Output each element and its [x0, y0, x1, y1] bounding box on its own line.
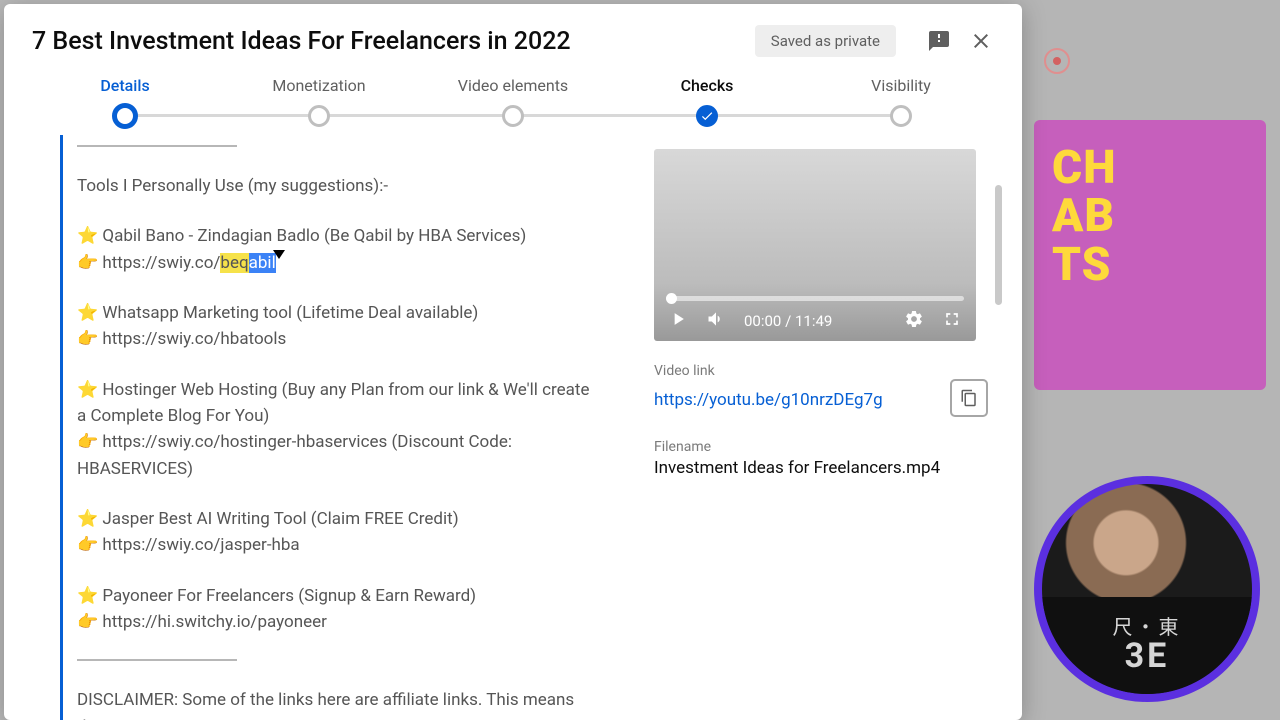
play-button[interactable] [668, 309, 688, 333]
copy-link-button[interactable] [950, 379, 988, 417]
desc-item-link: 👉 https://hi.switchy.io/payoneer [77, 609, 602, 635]
desc-item: ⭐ Jasper Best AI Writing Tool (Claim FRE… [77, 506, 602, 559]
gear-icon [904, 309, 924, 329]
feedback-button[interactable] [922, 24, 956, 58]
text-cursor-icon [273, 250, 285, 259]
video-link[interactable]: https://youtu.be/g10nrzDEg7g [654, 390, 938, 410]
desc-item: ⭐ Whatsapp Marketing tool (Lifetime Deal… [77, 300, 602, 353]
webcam-overlay: 尺・東 3E [1034, 476, 1260, 702]
feedback-icon [927, 29, 951, 53]
step-node-details[interactable] [112, 103, 138, 129]
preview-column: 00:00 / 11:49 Video link https://youtu.b… [626, 135, 998, 720]
description-textarea[interactable]: Tools I Personally Use (my suggestions):… [60, 135, 626, 720]
desc-disclaimer: DISCLAIMER: Some of the links here are a… [77, 687, 602, 720]
fullscreen-icon [942, 309, 962, 329]
video-controls: 00:00 / 11:49 [654, 301, 976, 341]
upload-dialog: 7 Best Investment Ideas For Freelancers … [4, 4, 1022, 720]
settings-button[interactable] [904, 309, 924, 333]
bg-text: TS [1052, 241, 1248, 289]
play-icon [668, 309, 688, 329]
desc-item-link: 👉 https://swiy.co/jasper-hba [77, 532, 602, 558]
divider [77, 659, 237, 661]
close-button[interactable] [964, 24, 998, 58]
tab-checks[interactable]: Checks [610, 76, 804, 101]
video-time: 00:00 / 11:49 [744, 312, 832, 330]
tab-video-elements[interactable]: Video elements [416, 76, 610, 101]
tab-visibility[interactable]: Visibility [804, 76, 998, 101]
copy-icon [960, 389, 978, 407]
desc-item: ⭐ Hostinger Web Hosting (Buy any Plan fr… [77, 377, 602, 482]
fullscreen-button[interactable] [942, 309, 962, 333]
dialog-header: 7 Best Investment Ideas For Freelancers … [4, 4, 1022, 68]
filename-section: Filename Investment Ideas for Freelancer… [654, 439, 988, 478]
desc-item: ⭐ Qabil Bano - Zindagian Badlo (Be Qabil… [77, 223, 602, 276]
step-node-visibility[interactable] [890, 105, 912, 127]
description-column: Tools I Personally Use (my suggestions):… [60, 135, 626, 720]
volume-icon [706, 309, 726, 329]
desc-item-title: ⭐ Qabil Bano - Zindagian Badlo (Be Qabil… [77, 223, 602, 249]
text-selection: abil [249, 253, 276, 273]
desc-item-title: ⭐ Jasper Best AI Writing Tool (Claim FRE… [77, 506, 602, 532]
recording-indicator-icon [1044, 48, 1070, 74]
scrollbar[interactable] [995, 185, 1002, 305]
filename-value: Investment Ideas for Freelancers.mp4 [654, 458, 988, 478]
step-node-checks[interactable] [696, 105, 718, 127]
save-status-badge: Saved as private [755, 25, 896, 57]
video-preview[interactable]: 00:00 / 11:49 [654, 149, 976, 341]
dialog-title: 7 Best Investment Ideas For Freelancers … [32, 27, 755, 56]
upload-stepper: Details Monetization Video elements Chec… [4, 68, 1022, 131]
desc-item-link: 👉 https://swiy.co/hbatools [77, 326, 602, 352]
desc-item-title: ⭐ Hostinger Web Hosting (Buy any Plan fr… [77, 377, 602, 430]
desc-item-title: ⭐ Payoneer For Freelancers (Signup & Ear… [77, 583, 602, 609]
video-link-section: Video link https://youtu.be/g10nrzDEg7g [654, 363, 988, 417]
step-node-video-elements[interactable] [502, 105, 524, 127]
volume-button[interactable] [706, 309, 726, 333]
tab-monetization[interactable]: Monetization [222, 76, 416, 101]
step-node-monetization[interactable] [308, 105, 330, 127]
background-thumbnail: CH AB TS [1034, 120, 1266, 390]
desc-item-title: ⭐ Whatsapp Marketing tool (Lifetime Deal… [77, 300, 602, 326]
desc-intro: Tools I Personally Use (my suggestions):… [77, 173, 602, 199]
desc-item-link: 👉 https://swiy.co/hostinger-hbaservices … [77, 429, 602, 482]
text-highlight: beq [220, 253, 248, 273]
bg-text: AB [1052, 192, 1248, 240]
webcam-shirt-text: 尺・東 3E [1042, 597, 1252, 694]
tab-details[interactable]: Details [28, 76, 222, 101]
desc-item-link: 👉 https://swiy.co/beqabil [77, 250, 602, 276]
video-link-label: Video link [654, 363, 988, 379]
check-icon [700, 109, 714, 123]
bg-text: CH [1052, 144, 1248, 192]
filename-label: Filename [654, 439, 988, 455]
divider [77, 145, 237, 147]
desc-item: ⭐ Payoneer For Freelancers (Signup & Ear… [77, 583, 602, 636]
close-icon [969, 29, 993, 53]
